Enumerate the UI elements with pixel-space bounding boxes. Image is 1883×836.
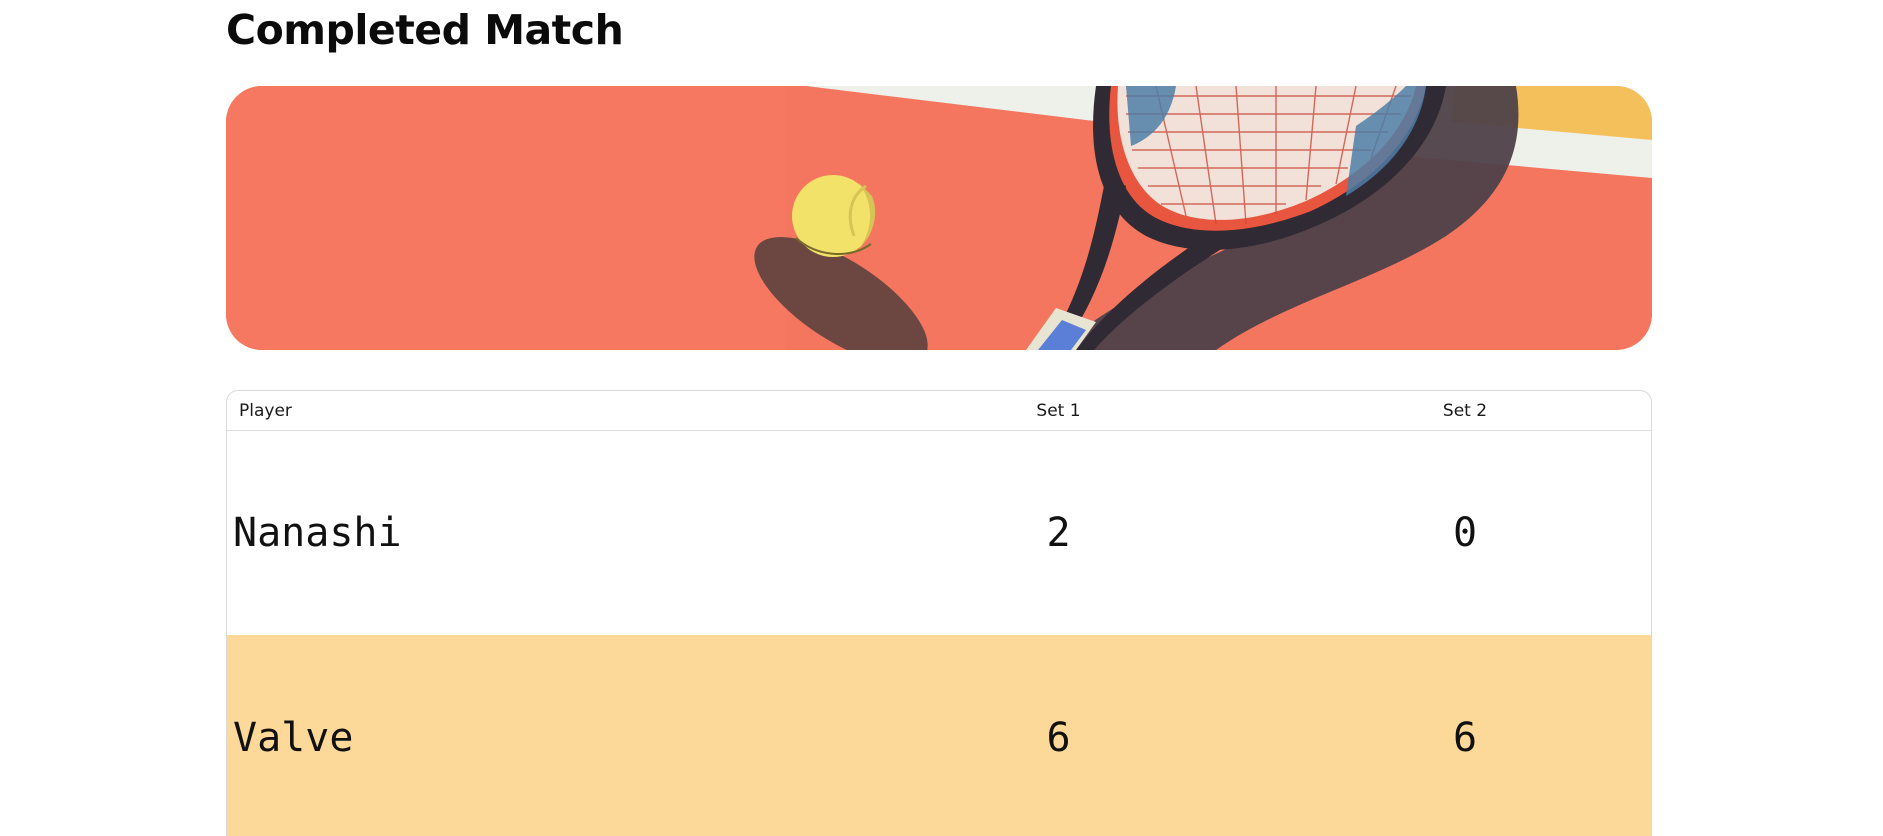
table-row-winner: Valve 6 6 — [227, 635, 1651, 836]
set-1-score: 2 — [1046, 510, 1071, 556]
scoreboard-table: Player Set 1 Set 2 Nanashi 2 0 Valve 6 6 — [226, 390, 1652, 836]
player-name: Nanashi — [233, 510, 402, 556]
set-1-score: 6 — [840, 635, 1277, 836]
table-row: Nanashi 2 0 — [227, 431, 1651, 636]
match-page: Completed Match Player Set 1 Set 2 Nanas… — [0, 0, 1883, 836]
set-2-score: 0 — [1452, 510, 1478, 556]
scoreboard: Player Set 1 Set 2 Nanashi 2 0 Valve 6 6 — [227, 391, 1651, 836]
player-name: Valve — [227, 635, 840, 836]
tennis-ball-icon — [792, 175, 876, 257]
set-2-score: 6 — [1277, 635, 1651, 836]
page-title: Completed Match — [226, 6, 624, 54]
column-header-player: Player — [227, 391, 840, 431]
table-header-row: Player Set 1 Set 2 — [227, 391, 1651, 431]
column-header-set-2: Set 2 — [1277, 391, 1651, 431]
tennis-racket-ball-illustration — [226, 86, 1652, 350]
column-header-set-1: Set 1 — [840, 391, 1277, 431]
hero-banner — [226, 86, 1652, 350]
